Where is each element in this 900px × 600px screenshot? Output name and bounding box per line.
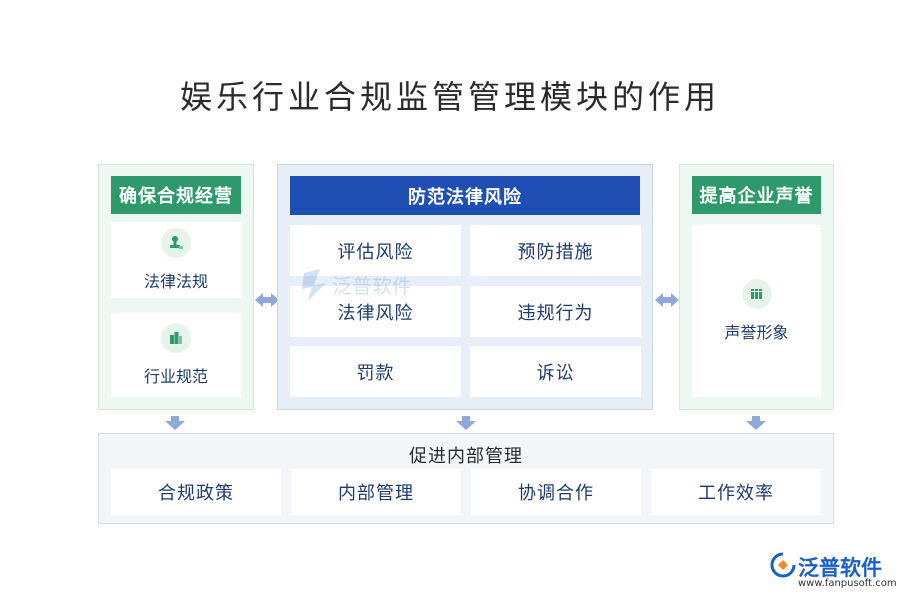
left-item-label: 法律法规 [143, 272, 208, 291]
double-arrow-icon [655, 293, 679, 307]
bottom-panel-header: 促进内部管理 [409, 446, 523, 467]
down-arrow-icon [165, 416, 185, 430]
right-panel-header: 提高企业声誉 [692, 176, 821, 214]
right-item-label: 声誉形象 [724, 323, 789, 342]
bottom-item: 合规政策 [111, 469, 281, 515]
bottom-item: 工作效率 [651, 469, 821, 515]
building-icon [161, 323, 191, 353]
down-arrow-icon [746, 416, 766, 430]
center-item: 罚款 [290, 346, 461, 397]
down-arrow-icon [456, 416, 476, 430]
left-panel: 确保合规经营 法律法规 行业规范 [98, 164, 254, 410]
center-item: 预防措施 [470, 225, 641, 276]
logo-icon [770, 552, 796, 578]
center-item: 违规行为 [470, 286, 641, 337]
left-panel-header: 确保合规经营 [111, 176, 241, 214]
books-icon [741, 279, 772, 309]
logo-url: www.fanpusoft.com [798, 578, 897, 589]
right-panel: 提高企业声誉 声誉形象 [679, 164, 834, 410]
brand-logo: 泛普软件 www.fanpusoft.com [770, 552, 897, 596]
right-item-reputation: 声誉形象 [692, 225, 821, 397]
bottom-item: 协调合作 [471, 469, 641, 515]
left-item-label: 行业规范 [143, 367, 208, 386]
bottom-item: 内部管理 [291, 469, 461, 515]
center-panel-header: 防范法律风险 [290, 176, 640, 215]
center-item: 诉讼 [470, 346, 641, 397]
left-item-laws: 法律法规 [111, 222, 241, 298]
bottom-panel: 促进内部管理 合规政策 内部管理 协调合作 工作效率 [98, 433, 834, 524]
center-item: 评估风险 [290, 225, 461, 276]
double-arrow-icon [255, 293, 279, 307]
page-title: 娱乐行业合规监管管理模块的作用 [179, 78, 720, 116]
center-item: 法律风险 [290, 286, 461, 337]
stamp-icon [161, 228, 191, 258]
center-panel: 防范法律风险 评估风险 预防措施 法律风险 违规行为 罚款 诉讼 [277, 164, 653, 410]
left-item-norms: 行业规范 [111, 313, 241, 397]
